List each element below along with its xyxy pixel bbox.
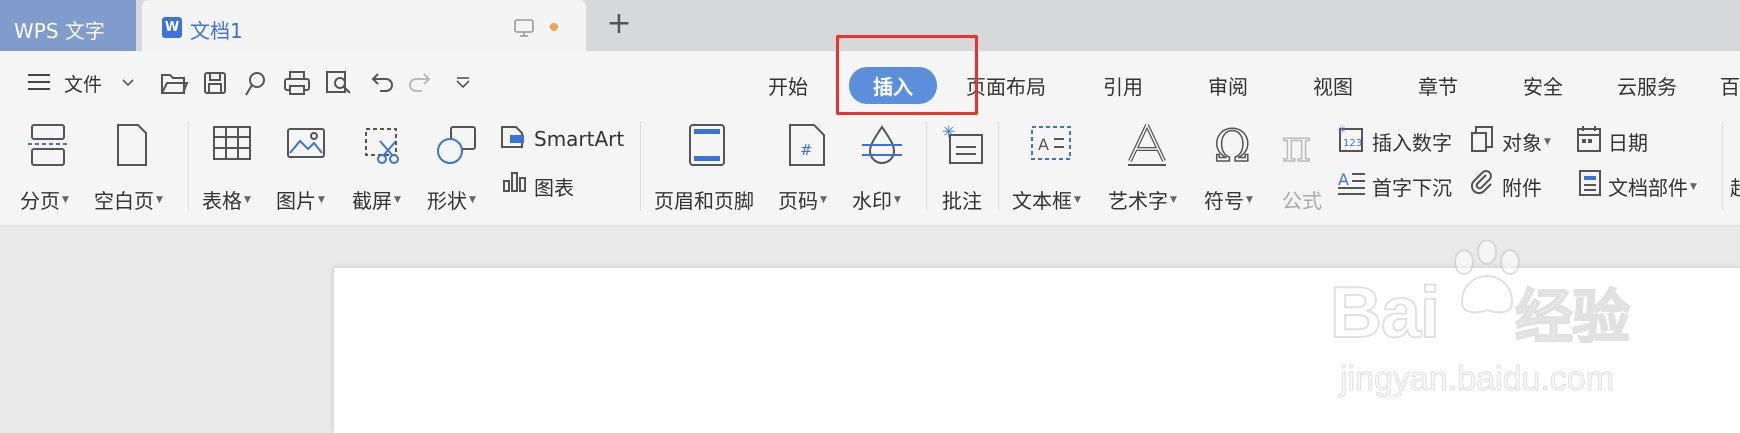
save-icon[interactable] (203, 71, 227, 95)
omega-icon: Ω (1213, 123, 1251, 167)
shape-label: 形状 ▼ (427, 189, 476, 213)
object-icon (1471, 126, 1493, 152)
svg-text:π: π (1282, 123, 1311, 167)
svg-text:Ω: Ω (1214, 123, 1250, 167)
watermark-brand: Bai 经验 (1329, 272, 1631, 354)
tab-cloud-service[interactable]: 云服务 (1617, 71, 1677, 100)
svg-text:✳: ✳ (942, 123, 955, 141)
customize-toolbar-icon[interactable] (455, 77, 471, 89)
wps-writer-icon: W (162, 17, 182, 38)
ribbon-divider (640, 121, 641, 211)
unsaved-dot-icon (550, 23, 558, 31)
document-tab[interactable]: W 文档1 (142, 0, 586, 51)
svg-text:✳: ✳ (1338, 125, 1346, 136)
redo-icon[interactable] (408, 71, 434, 93)
tab-page-layout[interactable]: 页面布局 (966, 71, 1046, 100)
textbox-icon: A (1031, 126, 1071, 160)
object-label: 对象 ▼ (1502, 131, 1551, 155)
tab-review[interactable]: 审阅 (1208, 71, 1248, 100)
textbox-label: 文本框 ▼ (1012, 189, 1081, 213)
tab-home[interactable]: 开始 (768, 71, 808, 100)
print-icon[interactable] (283, 70, 311, 96)
tab-more[interactable]: 百 (1720, 71, 1740, 100)
smartart-icon (501, 126, 524, 148)
page-number-label: 页码 ▼ (778, 189, 827, 213)
comment-icon: ✳ (942, 123, 983, 164)
chart-label: 图表 (534, 176, 574, 200)
screenshot-icon (365, 128, 399, 164)
insert-ribbon: 分页 ▼ 空白页 ▼ 表格 ▼ 图片 ▼ 截屏 ▼ 形状 ▼ SmartArt … (0, 113, 1740, 226)
new-tab-button[interactable]: + (604, 9, 634, 39)
monitor-icon[interactable] (514, 19, 534, 37)
ribbon-divider (926, 121, 927, 211)
screenshot-label: 截屏 ▼ (352, 189, 401, 213)
hamburger-icon[interactable] (28, 73, 50, 91)
undo-icon[interactable] (368, 71, 394, 93)
pi-icon: π (1281, 123, 1311, 167)
ribbon-divider (1722, 121, 1723, 211)
page-break-icon (28, 124, 68, 166)
wordart-icon (1128, 124, 1166, 166)
attachment-label: 附件 (1502, 176, 1542, 200)
header-footer-icon (689, 124, 725, 166)
more-ribbon-label[interactable]: 超 (1730, 172, 1740, 201)
drop-cap-icon: A (1338, 170, 1365, 195)
drop-cap-label: 首字下沉 (1372, 176, 1452, 200)
shape-icon (437, 126, 476, 164)
svg-text:A: A (1338, 170, 1349, 189)
insert-number-label: 插入数字 (1372, 131, 1452, 155)
tab-references[interactable]: 引用 (1103, 71, 1143, 100)
app-name: WPS 文字 (14, 19, 105, 43)
table-label: 表格 ▼ (202, 189, 251, 213)
svg-text:123: 123 (1343, 138, 1362, 149)
doc-parts-label: 文档部件 ▼ (1608, 176, 1697, 200)
svg-text:#: # (800, 141, 813, 159)
tab-security[interactable]: 安全 (1523, 71, 1563, 100)
svg-text:A: A (1038, 135, 1049, 154)
highlight-box (836, 35, 978, 115)
table-icon (213, 126, 251, 160)
blank-page-label: 空白页 ▼ (94, 189, 163, 213)
watermark-label: 水印 ▼ (852, 189, 901, 213)
symbol-label: 符号 ▼ (1204, 189, 1253, 213)
watermark-icon (862, 125, 902, 164)
baidu-jingyan-watermark: Bai 经验 jingyan.baidu.com (1329, 240, 1660, 415)
date-label: 日期 (1608, 131, 1648, 155)
wordart-label: 艺术字 ▼ (1108, 189, 1177, 213)
formula-label: 公式 (1282, 189, 1322, 213)
chart-icon (503, 172, 526, 192)
print-preview-icon[interactable] (325, 70, 353, 96)
picture-icon (287, 128, 325, 158)
open-folder-icon[interactable] (160, 71, 188, 95)
insert-number-icon: 123 ✳ (1338, 125, 1363, 152)
file-menu[interactable]: 文件 (64, 70, 102, 97)
chevron-down-icon[interactable] (122, 79, 134, 87)
picture-label: 图片 ▼ (276, 189, 325, 213)
page-break-label: 分页 ▼ (20, 189, 69, 213)
tab-view[interactable]: 视图 (1313, 71, 1353, 100)
comment-label: 批注 (942, 189, 982, 213)
header-footer-label: 页眉和页脚 (654, 189, 754, 213)
paperclip-icon (1470, 170, 1492, 195)
document-title: 文档1 (190, 19, 243, 43)
watermark-url: jingyan.baidu.com (1339, 360, 1615, 399)
page-number-icon: # (789, 124, 825, 166)
app-tab[interactable]: WPS 文字 (0, 0, 136, 51)
ribbon-divider (188, 121, 189, 211)
calendar-icon (1577, 126, 1601, 152)
blank-page-icon (117, 124, 147, 166)
smartart-label: SmartArt (534, 127, 625, 151)
doc-parts-icon (1579, 170, 1601, 196)
ribbon-divider (998, 121, 999, 211)
export-pdf-icon[interactable] (243, 71, 269, 97)
tab-chapter[interactable]: 章节 (1418, 71, 1458, 100)
